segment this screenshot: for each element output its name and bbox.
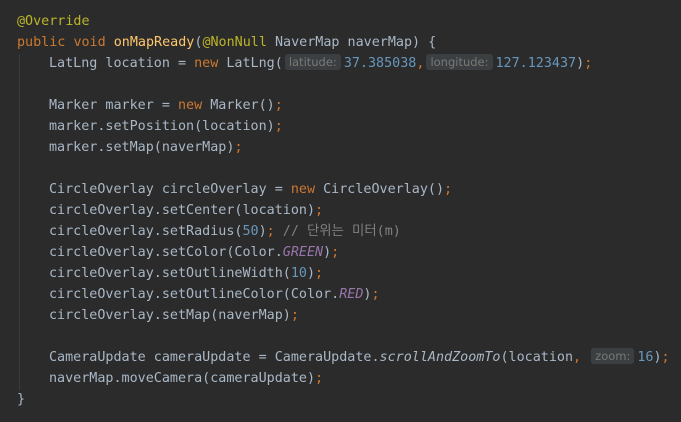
close-paren: ) [323, 245, 332, 260]
comma: , [416, 56, 425, 71]
semicolon: ; [315, 371, 324, 386]
keyword-new: new [178, 98, 203, 113]
latlng-constructor: LatLng( [218, 56, 283, 71]
marker-declaration: Marker marker = [49, 98, 178, 113]
parameter-hint-latitude: latitude: [284, 54, 341, 70]
code-line-14: circleOverlay.setOutlineColor(Color.RED)… [49, 284, 380, 305]
camera-declaration: CameraUpdate cameraUpdate = CameraUpdate… [49, 350, 380, 365]
statement: circleOverlay.setOutlineColor(Color. [49, 287, 340, 302]
code-line-11: circleOverlay.setRadius(50); // 단위는 미터(m… [49, 221, 401, 242]
code-line-3: LatLng location = new LatLng(latitude: 37… [49, 53, 592, 74]
marker-constructor: Marker() [202, 98, 275, 113]
close-paren: ) [576, 56, 585, 71]
code-editor[interactable]: @Override public void onMapReady(@NonNul… [0, 0, 681, 422]
statement: circleOverlay.setRadius( [49, 224, 243, 239]
code-line-5: Marker marker = new Marker(); [49, 95, 283, 116]
keyword-new: new [290, 182, 316, 197]
code-line-13: circleOverlay.setOutlineWidth(10); [49, 263, 323, 284]
semicolon: ; [274, 98, 283, 113]
code-line-2: public void onMapReady(@NonNull NaverMap… [17, 32, 436, 53]
radius-value: 50 [242, 224, 259, 239]
circle-declaration: CircleOverlay circleOverlay = [49, 182, 291, 197]
code-line-9: CircleOverlay circleOverlay = new Circle… [49, 179, 452, 200]
method-params: NaverMap naverMap) { [266, 35, 437, 50]
outline-width-value: 10 [290, 266, 307, 281]
code-line-1: @Override [17, 11, 90, 32]
code-line-18: naverMap.moveCamera(cameraUpdate); [49, 368, 323, 389]
override-annotation: @Override [17, 14, 90, 29]
semicolon: ; [331, 245, 340, 260]
semicolon: ; [266, 224, 275, 239]
close-paren: ) [258, 224, 267, 239]
code-line-6: marker.setPosition(location); [49, 116, 283, 137]
latitude-value: 37.385038 [343, 56, 417, 71]
semicolon: ; [234, 140, 243, 155]
semicolon: ; [661, 350, 670, 365]
semicolon: ; [274, 119, 283, 134]
method-name: onMapReady [113, 35, 195, 50]
parameter-hint-longitude: longitude: [426, 54, 493, 70]
color-constant: GREEN [282, 245, 324, 260]
comma: , [573, 350, 582, 365]
circle-constructor: CircleOverlay() [315, 182, 445, 197]
code-line-19: } [17, 389, 25, 410]
static-method: scrollAndZoomTo [379, 350, 501, 365]
zoom-value: 16 [637, 350, 654, 365]
latlng-declaration: LatLng location = [49, 56, 195, 71]
statement: naverMap.moveCamera(cameraUpdate) [49, 371, 316, 386]
code-line-17: CameraUpdate cameraUpdate = CameraUpdate… [49, 347, 670, 368]
semicolon: ; [290, 308, 299, 323]
semicolon: ; [371, 287, 380, 302]
line-comment: // 단위는 미터(m) [274, 224, 401, 239]
color-constant: RED [339, 287, 364, 302]
statement: circleOverlay.setColor(Color. [49, 245, 283, 260]
semicolon: ; [444, 182, 453, 197]
longitude-value: 127.123437 [495, 56, 577, 71]
statement: marker.setMap(naverMap) [49, 140, 235, 155]
semicolon: ; [315, 203, 324, 218]
code-line-12: circleOverlay.setColor(Color.GREEN); [49, 242, 339, 263]
keyword-public: public [17, 35, 66, 50]
close-paren: ) [653, 350, 662, 365]
call-args: (location [500, 350, 574, 365]
indent-guide [19, 54, 20, 390]
statement: circleOverlay.setCenter(location) [49, 203, 316, 218]
close-paren: ) [306, 266, 316, 281]
semicolon: ; [584, 56, 593, 71]
keyword-new: new [194, 56, 219, 71]
semicolon: ; [315, 266, 324, 281]
code-line-15: circleOverlay.setMap(naverMap); [49, 305, 299, 326]
statement: circleOverlay.setOutlineWidth( [49, 266, 291, 281]
statement: circleOverlay.setMap(naverMap) [49, 308, 291, 323]
nonnull-annotation: @NonNull [202, 35, 267, 50]
code-line-10: circleOverlay.setCenter(location); [49, 200, 323, 221]
code-line-7: marker.setMap(naverMap); [49, 137, 243, 158]
parameter-hint-zoom: zoom: [591, 348, 635, 364]
keyword-void: void [73, 35, 106, 50]
closing-brace: } [17, 392, 26, 407]
statement: marker.setPosition(location) [49, 119, 275, 134]
